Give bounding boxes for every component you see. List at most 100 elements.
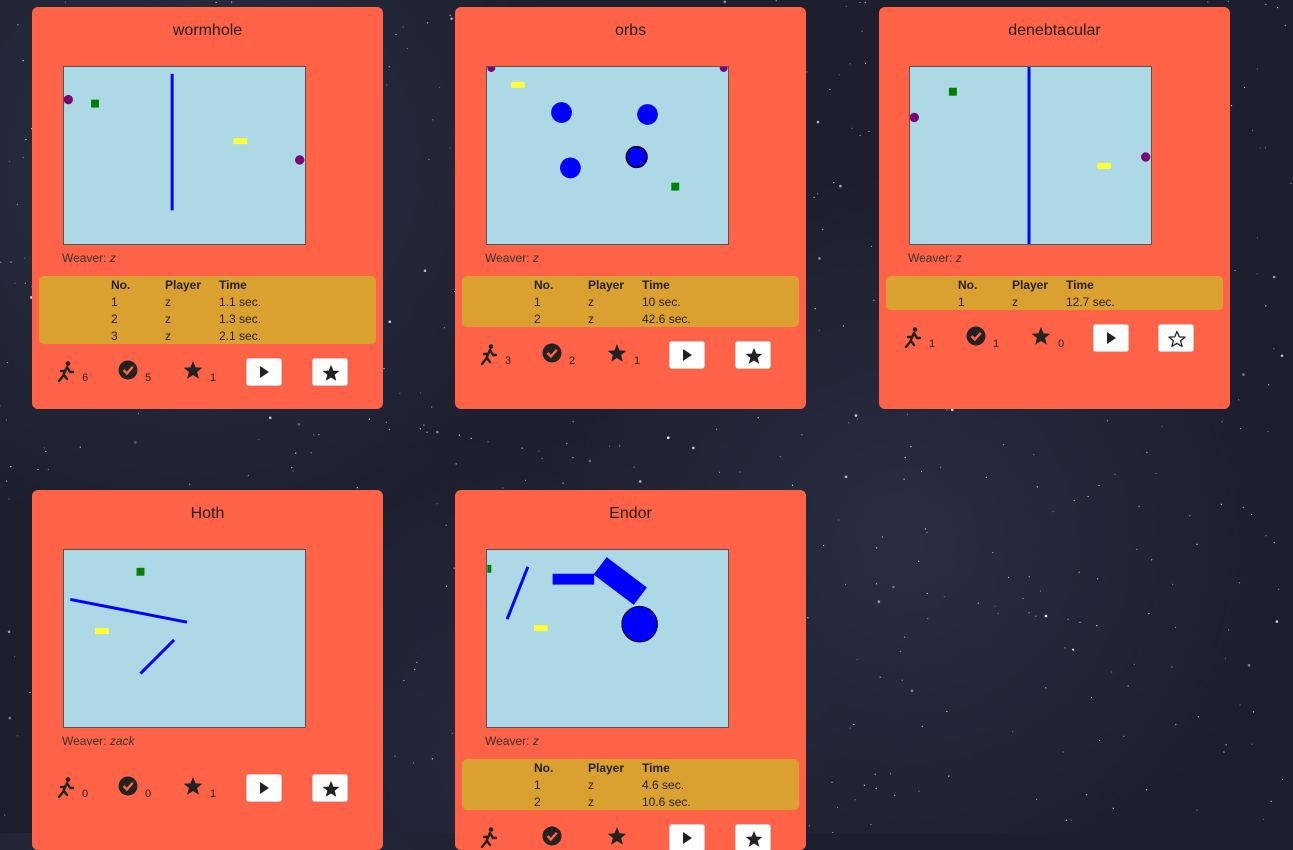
score-table: No. Player Time 1 z 4.6 sec. 2 z 10.6 se… <box>462 759 799 810</box>
play-icon <box>1107 332 1116 344</box>
star-button[interactable] <box>312 774 348 802</box>
score-header-row: No. Player Time <box>886 276 1223 293</box>
header-time: Time <box>642 761 670 775</box>
score-player: z <box>165 329 171 343</box>
header-time: Time <box>642 278 670 292</box>
star-button[interactable] <box>735 341 771 369</box>
star-filled-icon <box>322 780 340 797</box>
weaver-label: Weaver: <box>485 734 530 748</box>
header-player: Player <box>588 761 625 775</box>
star-icon <box>607 344 627 362</box>
score-time: 12.7 sec. <box>1066 295 1115 309</box>
star-button[interactable] <box>1158 324 1194 352</box>
play-icon <box>683 832 692 844</box>
runner-icon <box>57 361 75 382</box>
weaver-line: Weaver: z <box>485 734 539 748</box>
plays-count: 0 <box>82 788 89 800</box>
table-row: 1 z 10 sec. <box>462 293 799 310</box>
score-player: z <box>588 778 594 792</box>
star-button[interactable] <box>312 358 348 386</box>
score-time: 42.6 sec. <box>642 312 691 326</box>
score-time: 10 sec. <box>642 295 681 309</box>
star-filled-icon <box>322 364 340 381</box>
puzzle-preview[interactable] <box>63 66 306 245</box>
score-player: z <box>1012 295 1018 309</box>
runner-icon <box>480 827 498 848</box>
score-header-row: No. Player Time <box>39 276 376 293</box>
score-player: z <box>588 312 594 326</box>
table-row: 1 z 1.1 sec. <box>39 293 376 310</box>
play-icon <box>683 349 692 361</box>
weaver-name[interactable]: z <box>533 251 539 265</box>
weaver-label: Weaver: <box>908 251 953 265</box>
score-table: No. Player Time 1 z 12.7 sec. <box>886 276 1223 310</box>
score-time: 4.6 sec. <box>642 778 685 792</box>
score-player: z <box>165 312 171 326</box>
plays-count: 3 <box>505 355 512 367</box>
header-time: Time <box>219 278 247 292</box>
score-no: 2 <box>111 312 118 326</box>
puzzle-stats: 0 0 1 <box>32 774 383 804</box>
play-button[interactable] <box>669 824 705 850</box>
play-button[interactable] <box>246 774 282 802</box>
check-circle-icon <box>966 326 986 346</box>
weaver-name[interactable]: zack <box>110 734 135 748</box>
puzzle-preview[interactable] <box>63 549 306 728</box>
solves-count: 1 <box>993 338 1000 350</box>
score-no: 1 <box>958 295 965 309</box>
check-circle-icon <box>542 826 562 846</box>
star-button[interactable] <box>735 824 771 850</box>
weaver-line: Weaver: z <box>908 251 962 265</box>
star-icon <box>1031 327 1051 345</box>
runner-icon <box>904 327 922 348</box>
puzzle-card-hoth: Hoth Weaver: zack 0 0 1 <box>32 490 383 850</box>
header-player: Player <box>1012 278 1049 292</box>
weaver-line: Weaver: z <box>62 251 116 265</box>
table-row: 3 z 2.1 sec. <box>39 327 376 344</box>
table-row: 1 z 12.7 sec. <box>886 293 1223 310</box>
play-button[interactable] <box>1093 324 1129 352</box>
score-table: No. Player Time 1 z 1.1 sec. 2 z 1.3 sec… <box>39 276 376 344</box>
weaver-label: Weaver: <box>485 251 530 265</box>
star-outline-icon <box>1168 330 1186 348</box>
check-circle-icon <box>542 343 562 363</box>
puzzle-stats: 6 5 1 <box>32 358 383 388</box>
score-table: No. Player Time 1 z 10 sec. 2 z 42.6 sec… <box>462 276 799 327</box>
puzzle-card-wormhole: wormhole Weaver: z No. Player Time 1 z 1… <box>32 7 383 409</box>
puzzle-title: denebtacular <box>1008 22 1101 39</box>
weaver-name[interactable]: z <box>956 251 962 265</box>
play-button[interactable] <box>246 358 282 386</box>
score-player: z <box>165 295 171 309</box>
score-time: 1.3 sec. <box>219 312 262 326</box>
score-time: 2.1 sec. <box>219 329 262 343</box>
score-player: z <box>588 295 594 309</box>
stars-count: 1 <box>210 372 217 384</box>
runner-icon <box>480 344 498 365</box>
weaver-name[interactable]: z <box>533 734 539 748</box>
puzzle-stats: 1 1 0 <box>879 324 1230 354</box>
score-no: 1 <box>534 778 541 792</box>
star-icon <box>183 777 203 795</box>
play-icon <box>260 366 269 378</box>
table-row: 2 z 1.3 sec. <box>39 310 376 327</box>
play-button[interactable] <box>669 341 705 369</box>
score-header-row: No. Player Time <box>462 276 799 293</box>
score-no: 1 <box>534 295 541 309</box>
score-no: 1 <box>111 295 118 309</box>
header-time: Time <box>1066 278 1094 292</box>
puzzle-card-orbs: orbs Weaver: z No. Player Time 1 z 10 se… <box>455 7 806 409</box>
solves-count: 2 <box>569 355 576 367</box>
plays-count: 6 <box>82 372 89 384</box>
check-circle-icon <box>118 360 138 380</box>
header-no: No. <box>111 278 131 292</box>
puzzle-stats <box>455 824 806 850</box>
puzzle-preview[interactable] <box>486 66 729 245</box>
header-player: Player <box>588 278 625 292</box>
check-circle-icon <box>118 776 138 796</box>
puzzle-preview[interactable] <box>486 549 729 728</box>
puzzle-preview[interactable] <box>909 66 1152 245</box>
weaver-line: Weaver: zack <box>62 734 135 748</box>
weaver-name[interactable]: z <box>110 251 116 265</box>
stars-count: 0 <box>1058 338 1065 350</box>
puzzle-title: Endor <box>609 505 652 522</box>
